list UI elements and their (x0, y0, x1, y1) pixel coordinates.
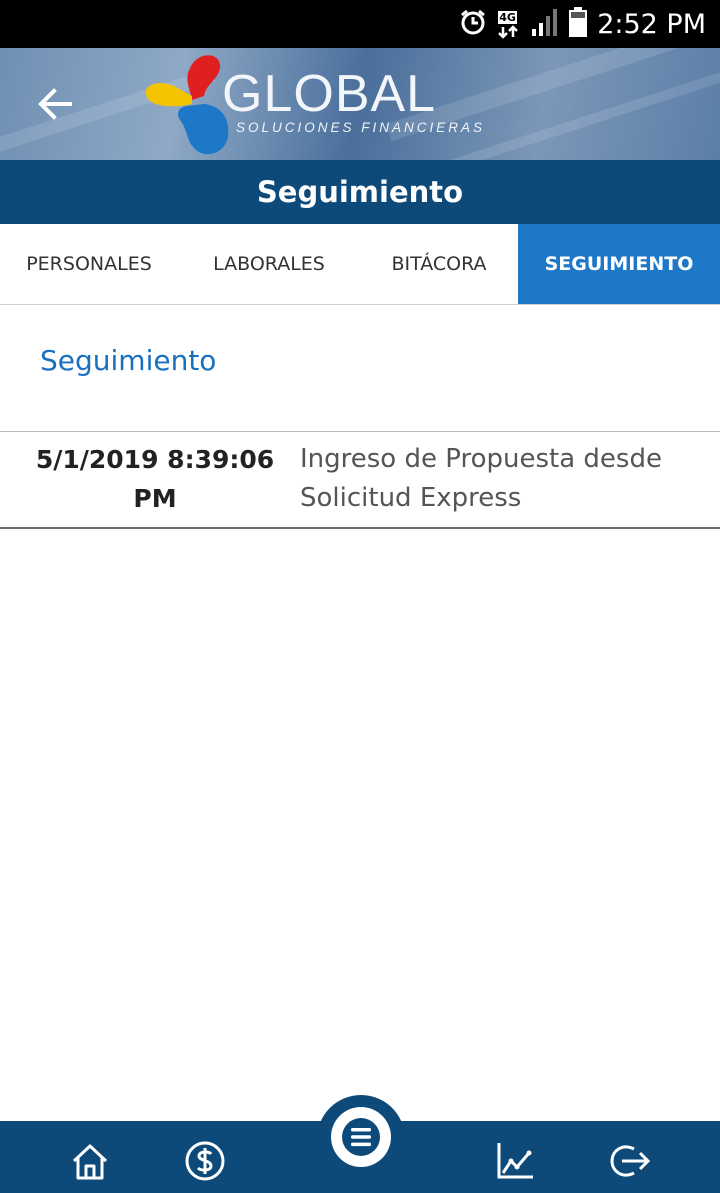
logout-icon (610, 1145, 651, 1177)
header-banner: GLOBAL SOLUCIONES FINANCIERAS (0, 48, 720, 160)
home-icon (72, 1144, 108, 1180)
menu-icon (334, 1110, 388, 1164)
table-row: 5/1/2019 8:39:06 PM Ingreso de Propuesta… (0, 431, 720, 529)
entry-date: 5/1/2019 8:39:06 PM (35, 445, 275, 513)
tab-bitacora[interactable]: BITÁCORA (360, 224, 518, 304)
page-title: Seguimiento (256, 175, 464, 209)
back-button[interactable] (32, 82, 80, 126)
global-logo: GLOBAL SOLUCIONES FINANCIERAS (140, 50, 490, 158)
section-title: Seguimiento (40, 344, 217, 377)
nav-home-button[interactable] (60, 1133, 120, 1189)
title-bar: Seguimiento (0, 160, 720, 224)
tab-bar: PERSONALES LABORALES BITÁCORA SEGUIMIENT… (0, 224, 720, 305)
tab-laborales[interactable]: LABORALES (178, 224, 360, 304)
status-time: 2:52 PM (597, 8, 706, 40)
nav-payments-button[interactable] (175, 1133, 235, 1189)
tab-personales[interactable]: PERSONALES (0, 224, 178, 304)
arrow-left-icon (38, 88, 72, 120)
nav-reports-button[interactable] (485, 1133, 545, 1189)
menu-button[interactable] (331, 1107, 391, 1167)
network-4g-icon: 4G (497, 9, 521, 39)
entry-description: Ingreso de Propuesta desde Solicitud Exp… (300, 444, 662, 513)
dollar-icon (185, 1141, 225, 1181)
signal-icon (531, 7, 559, 41)
logo-wordmark: GLOBAL (222, 65, 437, 123)
battery-icon (569, 7, 588, 41)
alarm-icon (459, 8, 487, 40)
tab-seguimiento[interactable]: SEGUIMIENTO (518, 224, 720, 304)
chart-icon (497, 1143, 533, 1179)
logo-tagline: SOLUCIONES FINANCIERAS (236, 120, 486, 135)
nav-logout-button[interactable] (600, 1133, 660, 1189)
status-bar: 4G 2:52 PM (0, 0, 720, 48)
